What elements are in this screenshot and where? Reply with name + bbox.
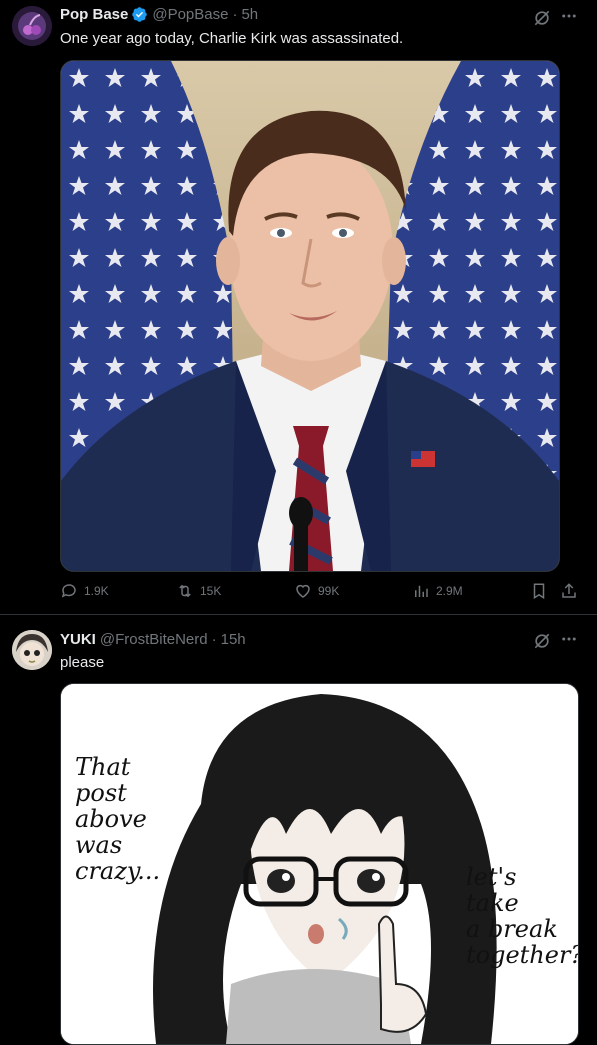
views-button[interactable]: 2.9M [412, 582, 463, 600]
views-icon [415, 585, 428, 597]
photo-man-in-suit [61, 61, 559, 571]
repost-icon [179, 584, 191, 598]
tweet-photo[interactable] [60, 60, 560, 572]
grok-icon[interactable] [532, 631, 552, 651]
tweet-image-comic[interactable]: That post above was crazy... let's take … [60, 683, 579, 1045]
share-button[interactable] [560, 582, 584, 600]
verified-badge-icon [131, 6, 148, 23]
comic-line: a break [466, 915, 558, 943]
repost-count: 15K [200, 584, 222, 598]
comic-line: post [75, 779, 127, 807]
handle[interactable]: @FrostBiteNerd [100, 631, 208, 648]
comic-line: let's [466, 863, 517, 891]
comic-line: above [75, 805, 147, 833]
like-button[interactable]: 99K [294, 582, 339, 600]
comic-line: take [466, 889, 519, 917]
like-count: 99K [318, 584, 340, 598]
comic-text-right: let's take a break together? [466, 863, 579, 969]
bookmark-button[interactable] [530, 582, 554, 600]
avatar-yuki[interactable] [12, 630, 52, 670]
tweet-header: YUKI @FrostBiteNerd · 15h [60, 631, 246, 648]
comic-line: together? [466, 941, 579, 969]
separator: · [232, 6, 238, 23]
comic-text-left: That post above was crazy... [75, 754, 185, 884]
share-icon [562, 583, 576, 598]
avatar-popbase[interactable] [12, 6, 52, 46]
tweet-popbase[interactable]: Pop Base @PopBase · 5h One year ago toda… [0, 0, 597, 614]
tweet-text: please [60, 654, 105, 671]
timestamp[interactable]: 15h [221, 631, 246, 648]
tweet-actions: 1.9K 15K 99K 2.9M [60, 582, 580, 604]
bookmark-icon [533, 583, 545, 600]
tweet-text: One year ago today, Charlie Kirk was ass… [60, 30, 404, 47]
reply-button[interactable]: 1.9K [60, 582, 109, 600]
view-count: 2.9M [436, 584, 463, 598]
comic-line: was [75, 831, 123, 859]
repost-button[interactable]: 15K [176, 582, 221, 600]
handle[interactable]: @PopBase [152, 6, 228, 23]
separator: · [211, 631, 217, 648]
reply-count: 1.9K [84, 584, 109, 598]
comic-line: crazy... [75, 857, 161, 885]
reply-icon [61, 584, 76, 598]
tweet-header: Pop Base @PopBase · 5h [60, 6, 258, 23]
more-icon[interactable] [560, 630, 578, 648]
comic-line: That [75, 753, 131, 781]
like-icon [296, 584, 310, 598]
display-name[interactable]: YUKI [60, 631, 96, 648]
grok-icon[interactable] [532, 8, 552, 28]
tweet-yuki[interactable]: YUKI @FrostBiteNerd · 15h please That po… [0, 615, 597, 1045]
timestamp[interactable]: 5h [241, 6, 258, 23]
more-icon[interactable] [560, 7, 578, 25]
display-name[interactable]: Pop Base [60, 6, 128, 23]
